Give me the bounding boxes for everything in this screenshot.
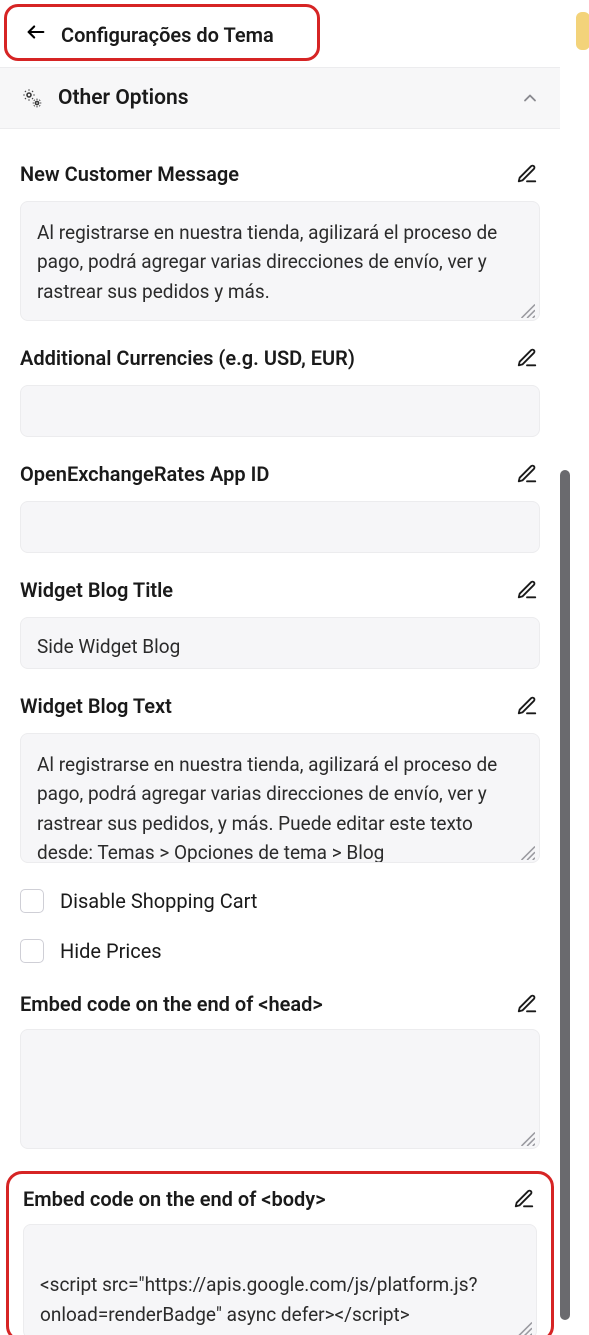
- scrollbar-thumb[interactable]: [560, 470, 570, 1320]
- edit-icon[interactable]: [514, 693, 540, 719]
- resize-grip-icon[interactable]: [514, 1318, 532, 1335]
- field-new-customer-message: New Customer Message Al registrarse en n…: [20, 161, 540, 321]
- disable-shopping-cart-checkbox[interactable]: [20, 889, 44, 913]
- edit-icon[interactable]: [514, 161, 540, 187]
- field-label: OpenExchangeRates App ID: [20, 462, 269, 486]
- textarea-value: Al registrarse en nuestra tienda, agiliz…: [37, 753, 497, 863]
- theme-settings-panel: Configurações do Tema Other Options: [0, 0, 560, 1335]
- edit-icon[interactable]: [514, 461, 540, 487]
- checkbox-label: Disable Shopping Cart: [60, 889, 257, 913]
- sidebar-accent-pill: [576, 12, 589, 50]
- edit-icon[interactable]: [511, 1186, 537, 1212]
- embed-head-textarea[interactable]: [20, 1029, 540, 1149]
- resize-grip-icon[interactable]: [517, 300, 535, 318]
- embed-body-highlight: Embed code on the end of <body> <script …: [6, 1171, 554, 1335]
- section-title: Other Options: [58, 86, 506, 110]
- edit-icon[interactable]: [514, 991, 540, 1017]
- checkbox-hide-prices-row: Hide Prices: [20, 939, 540, 963]
- additional-currencies-input[interactable]: [20, 385, 540, 437]
- resize-grip-icon[interactable]: [517, 842, 535, 860]
- field-oxr-app-id: OpenExchangeRates App ID: [20, 461, 540, 553]
- field-label: Widget Blog Title: [20, 578, 173, 602]
- field-label: Embed code on the end of <body>: [23, 1187, 326, 1211]
- field-label: New Customer Message: [20, 162, 239, 186]
- field-label: Widget Blog Text: [20, 694, 172, 718]
- checkbox-disable-shopping-cart-row: Disable Shopping Cart: [20, 889, 540, 913]
- widget-blog-text-textarea[interactable]: Al registrarse en nuestra tienda, agiliz…: [20, 733, 540, 863]
- field-additional-currencies: Additional Currencies (e.g. USD, EUR): [20, 345, 540, 437]
- section-header-other-options[interactable]: Other Options: [0, 67, 560, 129]
- edit-icon[interactable]: [514, 345, 540, 371]
- edit-icon[interactable]: [514, 577, 540, 603]
- field-embed-head: Embed code on the end of <head>: [20, 991, 540, 1149]
- field-embed-body: Embed code on the end of <body> <script …: [23, 1186, 537, 1335]
- new-customer-message-textarea[interactable]: Al registrarse en nuestra tienda, agiliz…: [20, 201, 540, 321]
- gears-icon: [20, 86, 44, 110]
- field-widget-blog-text: Widget Blog Text Al registrarse en nuest…: [20, 693, 540, 863]
- input-value: Side Widget Blog: [37, 635, 180, 658]
- field-widget-blog-title: Widget Blog Title Side Widget Blog: [20, 577, 540, 669]
- embed-body-textarea[interactable]: <script src="https://apis.google.com/js/…: [23, 1224, 537, 1335]
- oxr-app-id-input[interactable]: [20, 501, 540, 553]
- hide-prices-checkbox[interactable]: [20, 939, 44, 963]
- widget-blog-title-input[interactable]: Side Widget Blog: [20, 617, 540, 669]
- checkbox-label: Hide Prices: [60, 939, 162, 963]
- field-label: Embed code on the end of <head>: [20, 992, 323, 1016]
- field-label: Additional Currencies (e.g. USD, EUR): [20, 346, 355, 370]
- textarea-value: <script src="https://apis.google.com/js/…: [40, 1273, 478, 1335]
- panel-header: Configurações do Tema: [4, 4, 320, 61]
- chevron-up-icon: [520, 88, 540, 108]
- resize-grip-icon[interactable]: [517, 1128, 535, 1146]
- back-arrow-icon[interactable]: [25, 21, 47, 48]
- panel-title: Configurações do Tema: [61, 23, 274, 47]
- textarea-value: Al registrarse en nuestra tienda, agiliz…: [37, 221, 497, 303]
